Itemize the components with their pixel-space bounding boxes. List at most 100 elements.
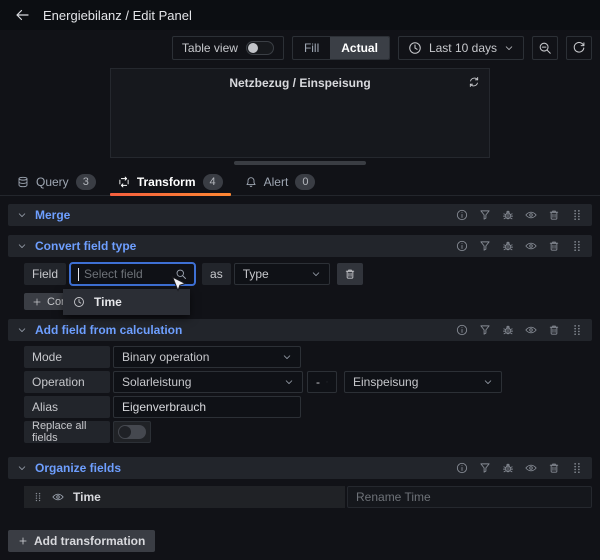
tab-alert[interactable]: Alert 0 [234, 169, 327, 195]
transformation-merge: Merge [8, 204, 592, 226]
transformation-convert-field-type: Convert field type Field Select field as [8, 235, 592, 310]
info-icon[interactable] [456, 240, 468, 252]
organize-field-row: Time [24, 486, 592, 508]
transformation-add-field-from-calculation: Add field from calculation Mode Binary o… [8, 319, 592, 443]
field-select-placeholder: Select field [84, 267, 170, 281]
tab-transform-label: Transform [137, 175, 196, 189]
organize-actions [456, 462, 583, 474]
table-view-label: Table view [182, 41, 238, 55]
calc-body: Mode Binary operation Operation Solarlei… [8, 341, 592, 443]
filter-icon[interactable] [479, 462, 491, 474]
table-view-toggle[interactable] [246, 41, 274, 55]
panel-title[interactable]: Netzbezug / Einspeisung [111, 76, 489, 90]
transform-icon [118, 176, 130, 188]
tab-transform[interactable]: Transform 4 [107, 169, 234, 195]
merge-header: Merge [8, 204, 592, 226]
filter-icon[interactable] [479, 209, 491, 221]
right-operand-value: Einspeisung [353, 375, 477, 389]
field-select-dropdown: Time [63, 289, 190, 315]
collapse-chevron-icon[interactable] [17, 463, 27, 473]
replace-all-fields-row: Replace all fields [24, 421, 592, 443]
time-range-picker[interactable]: Last 10 days [398, 36, 524, 60]
trash-icon[interactable] [548, 462, 560, 474]
convert-title[interactable]: Convert field type [35, 239, 136, 253]
calc-title[interactable]: Add field from calculation [35, 323, 182, 337]
fill-option[interactable]: Fill [293, 37, 330, 59]
trash-icon[interactable] [548, 240, 560, 252]
panel-preview: Netzbezug / Einspeisung [110, 68, 490, 158]
trash-icon[interactable] [548, 209, 560, 221]
field-select-combobox[interactable]: Select field [69, 262, 196, 286]
debug-icon[interactable] [502, 324, 514, 336]
transformations-list: Merge Convert field type [0, 196, 600, 560]
back-arrow-icon[interactable] [14, 7, 30, 23]
panel-editor-toolbar: Table view Fill Actual Last 10 days [0, 30, 600, 68]
right-operand-select[interactable]: Einspeisung [344, 371, 502, 393]
chevron-down-icon [311, 269, 321, 279]
refresh-button[interactable] [566, 36, 592, 60]
convert-body: Field Select field as Type Con T [8, 257, 592, 310]
merge-title[interactable]: Merge [35, 208, 70, 222]
chevron-down-icon [326, 377, 328, 387]
eye-icon[interactable] [525, 462, 537, 474]
dropdown-option-time[interactable]: Time [94, 295, 122, 309]
operator-value: - [316, 375, 320, 389]
alias-input[interactable] [113, 396, 301, 418]
organize-title[interactable]: Organize fields [35, 461, 121, 475]
collapse-chevron-icon[interactable] [17, 210, 27, 220]
tab-alert-label: Alert [264, 175, 289, 189]
drag-handle-icon[interactable] [571, 240, 583, 252]
info-icon[interactable] [456, 324, 468, 336]
replace-all-fields-toggle[interactable] [118, 425, 146, 439]
collapse-chevron-icon[interactable] [17, 241, 27, 251]
remove-conversion-button[interactable] [337, 263, 363, 285]
debug-icon[interactable] [502, 209, 514, 221]
text-caret [78, 268, 79, 281]
mode-select[interactable]: Binary operation [113, 346, 301, 368]
page-title: Energiebilanz / Edit Panel [43, 8, 192, 23]
collapse-chevron-icon[interactable] [17, 325, 27, 335]
tab-alert-badge: 0 [295, 174, 315, 190]
trash-icon[interactable] [548, 324, 560, 336]
type-select[interactable]: Type [234, 263, 330, 285]
info-icon[interactable] [456, 462, 468, 474]
panel-preview-area: Netzbezug / Einspeisung [0, 68, 600, 158]
drag-handle-icon[interactable] [33, 492, 43, 502]
filter-icon[interactable] [479, 324, 491, 336]
drag-handle-icon[interactable] [571, 324, 583, 336]
drag-handle-icon[interactable] [571, 462, 583, 474]
eye-icon[interactable] [525, 209, 537, 221]
info-icon[interactable] [456, 209, 468, 221]
add-transformation-label: Add transformation [34, 534, 145, 548]
actual-option[interactable]: Actual [330, 37, 389, 59]
table-view-group: Table view [172, 36, 284, 60]
zoom-out-time-button[interactable] [532, 36, 558, 60]
operator-select[interactable]: - [307, 371, 337, 393]
panel-sync-icon[interactable] [468, 76, 480, 88]
organize-header: Organize fields [8, 457, 592, 479]
eye-icon[interactable] [525, 324, 537, 336]
left-operand-select[interactable]: Solarleistung [113, 371, 303, 393]
chevron-down-icon [284, 377, 294, 387]
refresh-icon [572, 41, 586, 55]
mode-label: Mode [24, 346, 110, 368]
organize-body: Time [8, 479, 592, 508]
editor-tabs: Query 3 Transform 4 Alert 0 [0, 169, 600, 196]
debug-icon[interactable] [502, 462, 514, 474]
debug-icon[interactable] [502, 240, 514, 252]
calc-actions [456, 324, 583, 336]
tab-query[interactable]: Query 3 [6, 169, 107, 195]
filter-icon[interactable] [479, 240, 491, 252]
panel-resize-handle[interactable] [234, 161, 366, 165]
zoom-out-icon [538, 41, 552, 55]
mode-select-value: Binary operation [122, 350, 276, 364]
rename-time-input[interactable] [347, 486, 592, 508]
eye-icon[interactable] [525, 240, 537, 252]
add-transformation-button[interactable]: Add transformation [8, 530, 155, 552]
drag-handle-icon[interactable] [571, 209, 583, 221]
top-header-bar: Energiebilanz / Edit Panel [0, 0, 600, 30]
operation-label: Operation [24, 371, 110, 393]
mode-row: Mode Binary operation [24, 346, 592, 368]
convert-actions [456, 240, 583, 252]
visibility-eye-icon[interactable] [52, 491, 64, 503]
